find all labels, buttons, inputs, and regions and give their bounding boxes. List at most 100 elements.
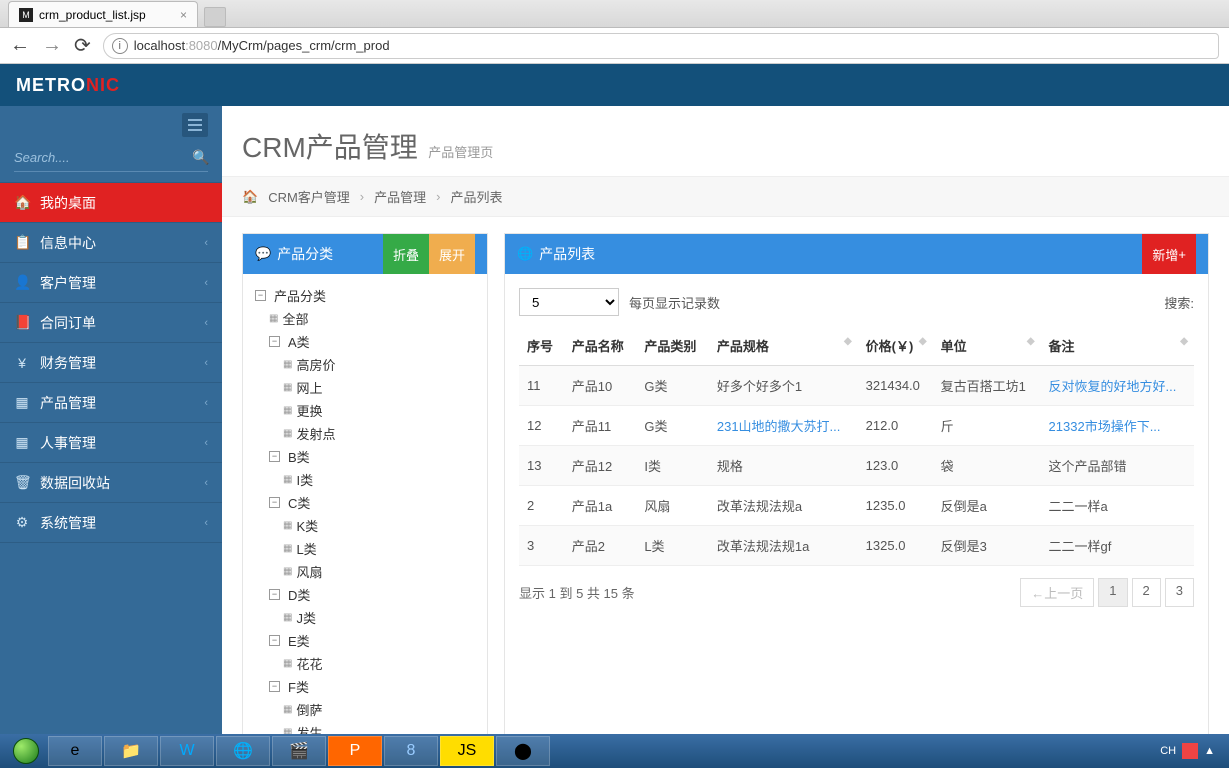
expand-button[interactable]: 展开 (429, 234, 475, 274)
column-header[interactable]: 产品规格◆ (709, 326, 858, 366)
tree-node[interactable]: −C类 (255, 491, 475, 514)
taskbar-app[interactable]: JS (440, 736, 494, 766)
sidebar: 🔍 🏠我的桌面📋信息中心‹👤客户管理‹📕合同订单‹¥财务管理‹▦产品管理‹▦人事… (0, 106, 222, 768)
tree-item-icon: ▦ (283, 566, 292, 577)
tree-node[interactable]: ▦I类 (255, 468, 475, 491)
table-row[interactable]: 12产品11G类231山地的撒大苏打...212.0斤21332市场操作下... (519, 406, 1194, 446)
spec-link[interactable]: 231山地的撒大苏打... (717, 419, 841, 434)
tree-toggle-icon[interactable]: − (269, 497, 280, 508)
prev-page-button[interactable]: ←上一页 (1020, 578, 1094, 607)
tree-toggle-icon[interactable]: − (269, 635, 280, 646)
tab-close-icon[interactable]: × (180, 8, 187, 22)
cell-name: 产品2 (564, 526, 637, 566)
table-row[interactable]: 2产品1a风扇改革法规法规a1235.0反倒是a二二一样a (519, 486, 1194, 526)
tree-node[interactable]: −B类 (255, 445, 475, 468)
new-tab-button[interactable] (204, 7, 226, 27)
tree-node[interactable]: −产品分类 (255, 284, 475, 307)
start-button[interactable] (6, 736, 46, 766)
home-icon[interactable]: 🏠 (242, 189, 258, 205)
breadcrumb-link[interactable]: CRM客户管理 (268, 187, 350, 206)
tree-toggle-icon[interactable]: − (269, 589, 280, 600)
table-row[interactable]: 13产品12I类规格123.0袋这个产品部错 (519, 446, 1194, 486)
page-button[interactable]: 2 (1132, 578, 1161, 607)
sidebar-item[interactable]: 👤客户管理‹ (0, 263, 222, 303)
sidebar-item[interactable]: 📋信息中心‹ (0, 223, 222, 263)
sidebar-item[interactable]: 🗑数据回收站‹ (0, 463, 222, 503)
tree-toggle-icon[interactable]: − (269, 336, 280, 347)
back-button[interactable]: ← (10, 34, 30, 57)
breadcrumb-link[interactable]: 产品管理 (374, 187, 426, 206)
sidebar-item[interactable]: ⚙系统管理‹ (0, 503, 222, 543)
page-subtitle: 产品管理页 (428, 145, 493, 160)
column-header[interactable]: 产品名称 (564, 326, 637, 366)
tree-node[interactable]: ▦高房价 (255, 353, 475, 376)
taskbar-app[interactable]: 🎬 (272, 736, 326, 766)
sidebar-item[interactable]: 🏠我的桌面 (0, 183, 222, 223)
tree-node[interactable]: −A类 (255, 330, 475, 353)
taskbar-app[interactable]: W (160, 736, 214, 766)
tree-node[interactable]: −F类 (255, 675, 475, 698)
tree-node[interactable]: −D类 (255, 583, 475, 606)
taskbar-app[interactable]: 8 (384, 736, 438, 766)
taskbar-app[interactable]: P (328, 736, 382, 766)
column-header[interactable]: 序号 (519, 326, 564, 366)
tree-label: 高房价 (296, 355, 335, 374)
tray-icon[interactable]: ▲ (1204, 745, 1215, 757)
column-header[interactable]: 备注◆ (1041, 326, 1194, 366)
taskbar-app[interactable]: 📁 (104, 736, 158, 766)
system-tray[interactable]: CH ▲ (1160, 743, 1223, 759)
logo[interactable]: METRONIC (16, 75, 120, 96)
sidebar-item[interactable]: ▦人事管理‹ (0, 423, 222, 463)
note-link[interactable]: 反对恢复的好地方好... (1049, 379, 1177, 394)
tree-node[interactable]: ▦全部 (255, 307, 475, 330)
info-icon[interactable]: i (112, 38, 128, 54)
tree-item-icon: ▦ (269, 313, 278, 324)
forward-button[interactable]: → (42, 34, 62, 57)
sidebar-item[interactable]: ¥财务管理‹ (0, 343, 222, 383)
search-icon[interactable]: 🔍 (192, 149, 209, 166)
tree-item-icon: ▦ (283, 704, 292, 715)
tree-node[interactable]: ▦J类 (255, 606, 475, 629)
tree-node[interactable]: ▦网上 (255, 376, 475, 399)
tree-node[interactable]: ▦花花 (255, 652, 475, 675)
ime-indicator[interactable]: CH (1160, 745, 1176, 757)
tree-node[interactable]: −E类 (255, 629, 475, 652)
search-input[interactable] (14, 144, 192, 171)
browser-tab[interactable]: M crm_product_list.jsp × (8, 1, 198, 27)
taskbar-app[interactable]: e (48, 736, 102, 766)
table-row[interactable]: 11产品10G类好多个好多个1321434.0复古百搭工坊1反对恢复的好地方好.… (519, 366, 1194, 406)
collapse-button[interactable]: 折叠 (383, 234, 429, 274)
menu-toggle-icon[interactable] (182, 113, 208, 137)
page-button[interactable]: 1 (1098, 578, 1127, 607)
category-tree: −产品分类▦全部−A类▦高房价▦网上▦更换▦发射点−B类▦I类−C类▦K类▦L类… (243, 274, 487, 754)
column-header[interactable]: 产品类别 (636, 326, 709, 366)
tree-node[interactable]: ▦更换 (255, 399, 475, 422)
sidebar-item[interactable]: ▦产品管理‹ (0, 383, 222, 423)
tree-node[interactable]: ▦L类 (255, 537, 475, 560)
taskbar-app[interactable]: ⬤ (496, 736, 550, 766)
nav-icon: ▦ (14, 394, 30, 411)
tree-node[interactable]: ▦K类 (255, 514, 475, 537)
tree-node[interactable]: ▦风扇 (255, 560, 475, 583)
tray-icon[interactable] (1182, 743, 1198, 759)
tree-node[interactable]: ▦倒萨 (255, 698, 475, 721)
add-button[interactable]: 新增 + (1142, 234, 1196, 274)
column-header[interactable]: 单位◆ (933, 326, 1041, 366)
tree-toggle-icon[interactable]: − (255, 290, 266, 301)
tree-toggle-icon[interactable]: − (269, 451, 280, 462)
reload-button[interactable]: ⟳ (74, 33, 91, 58)
column-header[interactable]: 价格(￥)◆ (858, 326, 933, 366)
cell-spec: 规格 (709, 446, 858, 486)
table-row[interactable]: 3产品2L类改革法规法规1a1325.0反倒是3二二一样gf (519, 526, 1194, 566)
cell-note: 二二一样gf (1041, 526, 1194, 566)
breadcrumb-sep: › (360, 189, 364, 204)
tree-toggle-icon[interactable]: − (269, 681, 280, 692)
page-button[interactable]: 3 (1165, 578, 1194, 607)
note-link[interactable]: 21332市场操作下... (1049, 419, 1161, 434)
sidebar-item[interactable]: 📕合同订单‹ (0, 303, 222, 343)
tree-node[interactable]: ▦发射点 (255, 422, 475, 445)
tree-item-icon: ▦ (283, 428, 292, 439)
page-size-select[interactable]: 5 (519, 288, 619, 316)
taskbar-app[interactable]: 🌐 (216, 736, 270, 766)
url-input[interactable]: i localhost:8080/MyCrm/pages_crm/crm_pro… (103, 33, 1219, 59)
